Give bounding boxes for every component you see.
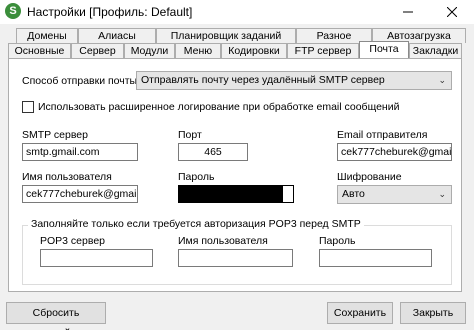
tab-mail[interactable]: Почта: [359, 41, 409, 58]
password-label: Пароль: [178, 171, 215, 183]
tab-encodings[interactable]: Кодировки: [221, 43, 287, 58]
reset-settings-button[interactable]: Сбросить настройки: [6, 302, 106, 330]
chevron-down-icon: ⌄: [438, 189, 446, 199]
minimize-icon: [403, 11, 413, 13]
tab-server[interactable]: Сервер: [71, 43, 124, 58]
title-bar: S Настройки [Профиль: Default]: [0, 0, 474, 24]
smtp-server-label: SMTP сервер: [22, 129, 88, 141]
pop3-password-label: Пароль: [319, 235, 356, 247]
tab-general[interactable]: Основные: [8, 43, 71, 58]
password-input[interactable]: [178, 185, 294, 203]
app-icon: S: [5, 3, 21, 19]
encryption-value: Авто: [342, 188, 365, 200]
sender-email-label: Email отправителя: [337, 129, 428, 141]
close-window-button[interactable]: [432, 0, 472, 24]
tab-ftp-server[interactable]: FTP сервер: [287, 43, 359, 58]
close-button[interactable]: Закрыть: [400, 302, 466, 324]
tab-aliases[interactable]: Алиасы: [78, 28, 156, 43]
send-method-value: Отправлять почту через удалённый SMTP се…: [141, 74, 385, 86]
close-icon: [447, 7, 457, 17]
pop3-group-title: Заполняйте только если требуется авториз…: [28, 218, 364, 230]
mail-settings-panel: Способ отправки почты: Отправлять почту …: [8, 58, 462, 292]
encryption-select[interactable]: Авто ⌄: [337, 185, 452, 204]
save-button[interactable]: Сохранить: [327, 302, 393, 324]
window-title: Настройки [Профиль: Default]: [27, 5, 193, 19]
extended-logging-label: Использовать расширенное логирование при…: [38, 101, 400, 113]
encryption-label: Шифрование: [337, 171, 402, 183]
port-input[interactable]: 465: [178, 143, 248, 161]
tab-scheduler[interactable]: Планировщик заданий: [156, 28, 296, 43]
port-label: Порт: [178, 129, 202, 141]
tab-strip: Домены Алиасы Планировщик заданий Разное…: [0, 24, 474, 62]
pop3-server-input[interactable]: [40, 249, 153, 267]
extended-logging-checkbox[interactable]: [22, 101, 34, 113]
minimize-button[interactable]: [388, 0, 428, 24]
tab-modules[interactable]: Модули: [124, 43, 175, 58]
sender-email-input[interactable]: сеk777cheburek@gmail.com: [337, 143, 452, 161]
smtp-server-input[interactable]: smtp.gmail.com: [22, 143, 138, 161]
tab-domains[interactable]: Домены: [16, 28, 78, 43]
send-method-select[interactable]: Отправлять почту через удалённый SMTP се…: [136, 71, 452, 90]
tab-bookmarks[interactable]: Закладки: [409, 43, 462, 58]
settings-window: S Настройки [Профиль: Default] Домены Ал…: [0, 0, 474, 330]
pop3-server-label: POP3 сервер: [40, 235, 105, 247]
pop3-username-label: Имя пользователя: [178, 235, 268, 247]
username-label: Имя пользователя: [22, 171, 112, 183]
send-method-label: Способ отправки почты:: [22, 75, 141, 87]
chevron-down-icon: ⌄: [438, 75, 446, 85]
pop3-password-input[interactable]: [319, 249, 432, 267]
tab-menu[interactable]: Меню: [175, 43, 221, 58]
pop3-username-input[interactable]: [178, 249, 293, 267]
username-input[interactable]: сеk777cheburek@gmail.com: [22, 185, 138, 203]
